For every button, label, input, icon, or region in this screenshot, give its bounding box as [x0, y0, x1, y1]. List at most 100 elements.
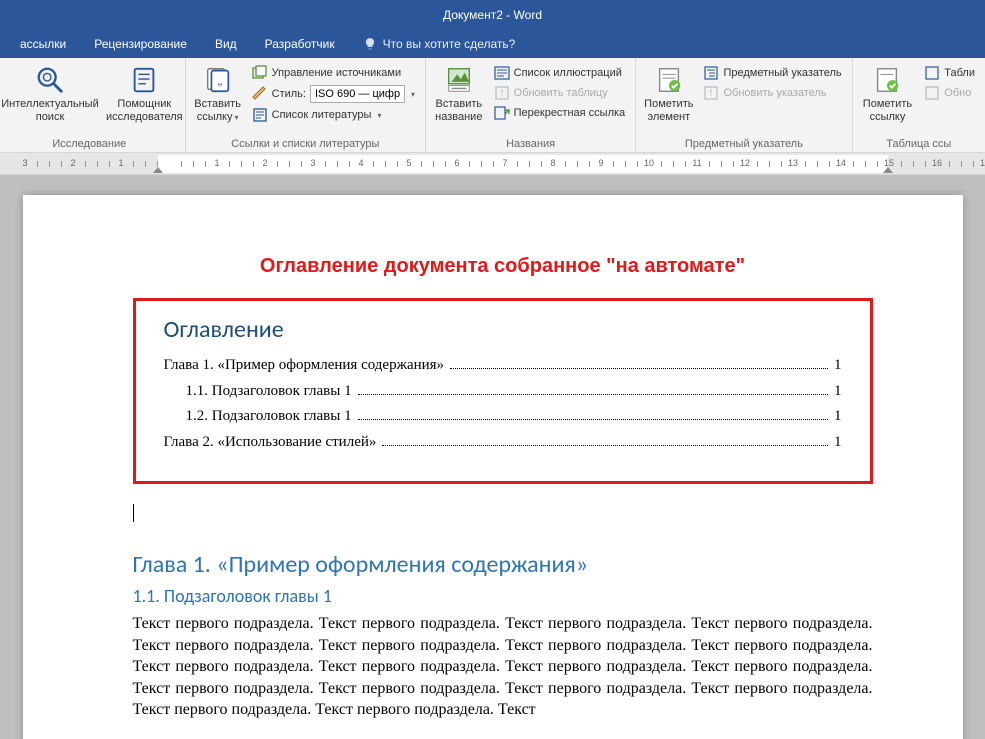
toc-title: Оглавление — [164, 315, 842, 344]
manage-sources-icon — [252, 65, 268, 81]
update-toa-button: Обно — [920, 84, 979, 102]
body-paragraph: Текст первого подраздела. Текст первого … — [133, 613, 873, 721]
ruler-number: 4 — [358, 158, 363, 168]
insert-caption-button[interactable]: Вставить название — [432, 62, 486, 125]
toc-leader-dots — [358, 408, 828, 421]
toc-entry[interactable]: Глава 2. «Использование стилей» 1 — [164, 433, 842, 451]
mark-citation-icon — [871, 64, 903, 96]
ruler-number: 5 — [406, 158, 411, 168]
ruler-number: 8 — [550, 158, 555, 168]
update-table-button: ! Обновить таблицу — [490, 84, 630, 102]
mark-citation-button[interactable]: Пометить ссылку — [859, 62, 917, 125]
titlebar: Документ2 - Word — [0, 0, 985, 30]
ruler-number: 2 — [262, 158, 267, 168]
table-of-figures-icon — [494, 65, 510, 81]
tab-review[interactable]: Рецензирование — [80, 30, 201, 58]
insert-citation-button[interactable]: „ Вставить ссылку▾ — [192, 62, 244, 125]
toc-entry[interactable]: 1.1. Подзаголовок главы 1 1 — [164, 382, 842, 400]
citation-style-select[interactable]: Стиль: ▾ — [248, 84, 419, 104]
svg-text:!: ! — [710, 88, 713, 99]
tell-me[interactable]: Что вы хотите сделать? — [349, 37, 516, 51]
toc-entry-page: 1 — [830, 408, 842, 425]
horizontal-ruler[interactable]: 3211234567891011121314151617 — [25, 155, 985, 173]
mark-entry-icon — [653, 64, 685, 96]
lightbulb-icon — [363, 37, 377, 51]
toc-entry[interactable]: Глава 1. «Пример оформления содержания» … — [164, 356, 842, 374]
toc-entry-label: 1.1. Подзаголовок главы 1 — [186, 383, 356, 400]
tell-me-label: Что вы хотите сделать? — [383, 37, 516, 51]
insert-citation-label: Вставить ссылку — [194, 98, 241, 123]
ruler-number: 3 — [310, 158, 315, 168]
group-captions-label: Названия — [432, 138, 629, 152]
group-research: Интеллектуальный поиск Помощник исследов… — [0, 58, 186, 152]
toc-entry-page: 1 — [830, 357, 842, 374]
table-of-figures-button[interactable]: Список иллюстраций — [490, 64, 630, 82]
page[interactable]: Оглавление документа собранное "на автом… — [23, 195, 963, 739]
ruler-number: 17 — [980, 158, 985, 168]
chevron-down-icon: ▾ — [235, 113, 239, 122]
mark-citation-label: Пометить ссылку — [861, 98, 915, 123]
ruler-number: 14 — [836, 158, 846, 168]
document-area[interactable]: Оглавление документа собранное "на автом… — [0, 175, 985, 739]
tab-developer[interactable]: Разработчик — [251, 30, 349, 58]
toc-entry-label: Глава 1. «Пример оформления содержания» — [164, 357, 449, 374]
update-table-label: Обновить таблицу — [514, 87, 608, 99]
insert-caption-icon — [443, 64, 475, 96]
toc-entry-page: 1 — [830, 434, 842, 451]
chevron-down-icon: ▾ — [411, 90, 415, 99]
group-research-label: Исследование — [0, 138, 179, 152]
insert-toa-button[interactable]: Табли — [920, 64, 979, 82]
annotation-title: Оглавление документа собранное "на автом… — [133, 255, 873, 278]
group-citations: „ Вставить ссылку▾ Управление источникам… — [186, 58, 426, 152]
ruler-area: 3211234567891011121314151617 — [0, 153, 985, 175]
cross-reference-button[interactable]: Перекрестная ссылка — [490, 104, 630, 122]
ruler-number: 6 — [454, 158, 459, 168]
indent-marker[interactable] — [883, 167, 893, 173]
smart-lookup-label: Интеллектуальный поиск — [1, 98, 98, 123]
toc-entry-label: 1.2. Подзаголовок главы 1 — [186, 408, 356, 425]
researcher-button[interactable]: Помощник исследователя — [104, 62, 185, 125]
group-citations-label: Ссылки и списки литературы — [192, 138, 419, 152]
ruler-number: 9 — [598, 158, 603, 168]
insert-index-button[interactable]: Предметный указатель — [699, 64, 845, 82]
bibliography-icon — [252, 107, 268, 123]
bibliography-button[interactable]: Список литературы ▾ — [248, 106, 419, 124]
heading-1: Глава 1. «Пример оформления содержания» — [133, 550, 873, 579]
chevron-down-icon: ▾ — [377, 111, 381, 120]
manage-sources-button[interactable]: Управление источниками — [248, 64, 419, 82]
toc-entry[interactable]: 1.2. Подзаголовок главы 1 1 — [164, 408, 842, 426]
group-toa-label: Таблица ссы — [859, 138, 979, 152]
insert-index-label: Предметный указатель — [723, 67, 841, 79]
ruler-number: 13 — [788, 158, 798, 168]
toc-entries: Глава 1. «Пример оформления содержания» … — [164, 356, 842, 451]
group-index: Пометить элемент Предметный указатель ! … — [636, 58, 852, 152]
tab-references[interactable]: ассылки — [6, 30, 80, 58]
svg-text:!: ! — [500, 88, 503, 99]
mark-entry-button[interactable]: Пометить элемент — [642, 62, 695, 125]
cross-reference-label: Перекрестная ссылка — [514, 107, 626, 119]
group-captions: Вставить название Список иллюстраций ! О… — [426, 58, 636, 152]
ruler-number: 16 — [932, 158, 942, 168]
ruler-number: 3 — [22, 158, 27, 168]
indent-marker[interactable] — [153, 167, 163, 173]
update-toa-icon — [924, 85, 940, 101]
toc-entry-label: Глава 2. «Использование стилей» — [164, 434, 381, 451]
heading-2: 1.1. Подзаголовок главы 1 — [133, 585, 873, 607]
researcher-icon — [128, 64, 160, 96]
svg-text:„: „ — [217, 76, 222, 88]
toc-leader-dots — [358, 382, 828, 395]
toc-box: Оглавление Глава 1. «Пример оформления с… — [133, 298, 873, 484]
insert-toa-icon — [924, 65, 940, 81]
ruler-number: 11 — [692, 158, 701, 168]
cross-reference-icon — [494, 105, 510, 121]
researcher-label: Помощник исследователя — [106, 98, 183, 123]
update-index-label: Обновить указатель — [723, 87, 826, 99]
insert-index-icon — [703, 65, 719, 81]
style-input[interactable] — [310, 85, 405, 103]
tab-view[interactable]: Вид — [201, 30, 251, 58]
update-toa-label: Обно — [944, 87, 971, 99]
ruler-number: 2 — [70, 158, 75, 168]
smart-lookup-button[interactable]: Интеллектуальный поиск — [0, 62, 100, 125]
smart-lookup-icon — [34, 64, 66, 96]
mark-entry-label: Пометить элемент — [644, 98, 693, 123]
